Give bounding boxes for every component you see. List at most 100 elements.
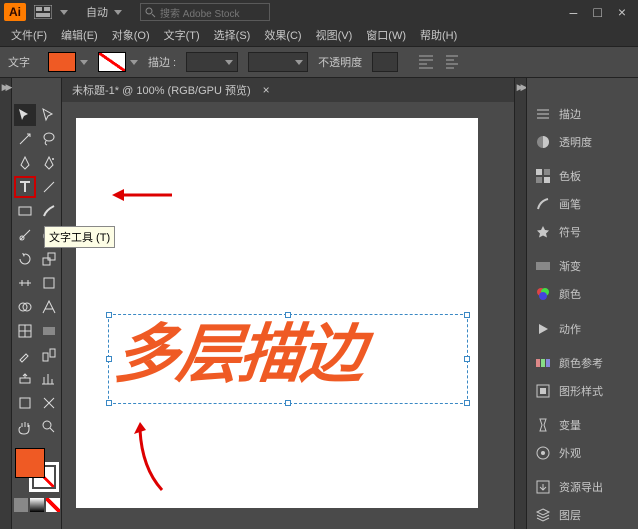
annotation-arrow-2 (132, 418, 166, 495)
tool-tooltip: 文字工具 (T) (44, 226, 115, 248)
close-button[interactable]: × (618, 4, 626, 20)
shaper-tool[interactable] (14, 224, 36, 246)
perspective-tool[interactable] (38, 296, 60, 318)
direct-selection-tool[interactable] (38, 104, 60, 126)
symbol-sprayer-tool[interactable] (14, 368, 36, 390)
opacity-label: 不透明度 (318, 54, 362, 70)
right-collapse[interactable]: ▶▶ (514, 78, 526, 529)
maximize-button[interactable]: □ (593, 4, 601, 20)
slice-tool[interactable] (38, 392, 60, 414)
paintbrush-tool[interactable] (38, 200, 60, 222)
mesh-tool[interactable] (14, 320, 36, 342)
rotate-tool[interactable] (14, 248, 36, 270)
document-title: 未标题-1* @ 100% (RGB/GPU 预览) (72, 82, 251, 98)
expand-icon: ▶▶ (517, 82, 525, 93)
pen-tool[interactable] (14, 152, 36, 174)
caret-down-icon (80, 60, 88, 65)
stroke-label: 描边 : (148, 54, 176, 70)
artwork-text[interactable]: 多层描边 (105, 315, 471, 393)
panel-color-guide[interactable]: 颜色参考 (527, 349, 638, 377)
none-mode[interactable] (46, 498, 60, 512)
shape-builder-tool[interactable] (14, 296, 36, 318)
handle-br[interactable] (464, 400, 470, 406)
panel-variables[interactable]: 变量 (527, 411, 638, 439)
toolbox (12, 78, 62, 529)
stock-placeholder: 搜索 Adobe Stock (160, 5, 239, 20)
app-logo: Ai (4, 3, 26, 21)
selection-tool[interactable] (14, 104, 36, 126)
document-tab[interactable]: 未标题-1* @ 100% (RGB/GPU 预览) × (62, 78, 514, 102)
gradient-mode[interactable] (30, 498, 44, 512)
panel-asset-export[interactable]: 资源导出 (527, 473, 638, 501)
panel-color[interactable]: 颜色 (527, 280, 638, 308)
free-transform-tool[interactable] (38, 272, 60, 294)
caret-down-icon (130, 60, 138, 65)
panel-stroke[interactable]: 描边 (527, 100, 638, 128)
menu-view[interactable]: 视图(V) (311, 25, 358, 45)
opacity-dropdown[interactable] (372, 52, 398, 72)
panel-layers[interactable]: 图层 (527, 501, 638, 529)
panel-appearance[interactable]: 外观 (527, 439, 638, 467)
menu-bar: 文件(F) 编辑(E) 对象(O) 文字(T) 选择(S) 效果(C) 视图(V… (0, 24, 638, 46)
curvature-tool[interactable] (38, 152, 60, 174)
type-tool[interactable] (14, 176, 36, 198)
artboard[interactable]: 多层描边 (76, 118, 478, 508)
tab-close-button[interactable]: × (263, 83, 270, 97)
stroke-profile-dropdown[interactable] (248, 52, 308, 72)
blend-tool[interactable] (38, 344, 60, 366)
menu-object[interactable]: 对象(O) (107, 25, 155, 45)
handle-bm[interactable] (285, 400, 291, 406)
caret-down-icon (295, 60, 303, 65)
layout-preset-dropdown[interactable] (34, 5, 68, 19)
magic-wand-tool[interactable] (14, 128, 36, 150)
panel-swatches[interactable]: 色板 (527, 162, 638, 190)
rectangle-tool[interactable] (14, 200, 36, 222)
menu-help[interactable]: 帮助(H) (415, 25, 462, 45)
context-label: 文字 (8, 54, 30, 70)
fill-stroke-indicator[interactable] (15, 448, 59, 492)
stroke-swatch[interactable] (98, 52, 138, 72)
panel-actions[interactable]: 动作 (527, 315, 638, 343)
menu-file[interactable]: 文件(F) (6, 25, 52, 45)
canvas-area: 未标题-1* @ 100% (RGB/GPU 预览) × 多层描边 文字工具 (… (62, 78, 514, 529)
hand-tool[interactable] (14, 416, 36, 438)
lasso-tool[interactable] (38, 128, 60, 150)
stock-search[interactable]: 搜索 Adobe Stock (140, 3, 270, 21)
paragraph-icon[interactable] (418, 54, 434, 70)
menu-edit[interactable]: 编辑(E) (56, 25, 103, 45)
left-collapse[interactable]: ▶▶ (0, 78, 12, 529)
minimize-button[interactable]: – (570, 4, 578, 20)
workspace-dropdown[interactable]: 自动 (86, 4, 122, 20)
panel-gradient[interactable]: 渐变 (527, 252, 638, 280)
panel-brushes[interactable]: 画笔 (527, 190, 638, 218)
menu-effect[interactable]: 效果(C) (259, 25, 306, 45)
panel-graphic-styles[interactable]: 图形样式 (527, 377, 638, 405)
control-panel: 文字 描边 : 不透明度 (0, 46, 638, 78)
menu-window[interactable]: 窗口(W) (361, 25, 411, 45)
caret-down-icon (114, 10, 122, 15)
menu-select[interactable]: 选择(S) (209, 25, 256, 45)
panel-symbols[interactable]: 符号 (527, 218, 638, 246)
graph-tool[interactable] (38, 368, 60, 390)
search-icon (145, 7, 156, 18)
fill-swatch[interactable] (48, 52, 88, 72)
handle-tl[interactable] (106, 312, 112, 318)
line-tool[interactable] (38, 176, 60, 198)
zoom-tool[interactable] (38, 416, 60, 438)
color-mode[interactable] (14, 498, 28, 512)
text-frame-selection[interactable]: 多层描边 (108, 314, 468, 404)
title-bar: Ai 自动 搜索 Adobe Stock – □ × (0, 0, 638, 24)
align-icon[interactable] (444, 54, 460, 70)
gradient-tool[interactable] (38, 320, 60, 342)
expand-icon: ▶▶ (2, 82, 10, 93)
fill-color[interactable] (15, 448, 45, 478)
scale-tool[interactable] (38, 248, 60, 270)
panel-transparency[interactable]: 透明度 (527, 128, 638, 156)
eyedropper-tool[interactable] (14, 344, 36, 366)
stroke-width-input[interactable] (186, 52, 238, 72)
handle-bl[interactable] (106, 400, 112, 406)
width-tool[interactable] (14, 272, 36, 294)
artboard-tool[interactable] (14, 392, 36, 414)
menu-type[interactable]: 文字(T) (159, 25, 205, 45)
caret-down-icon (225, 60, 233, 65)
